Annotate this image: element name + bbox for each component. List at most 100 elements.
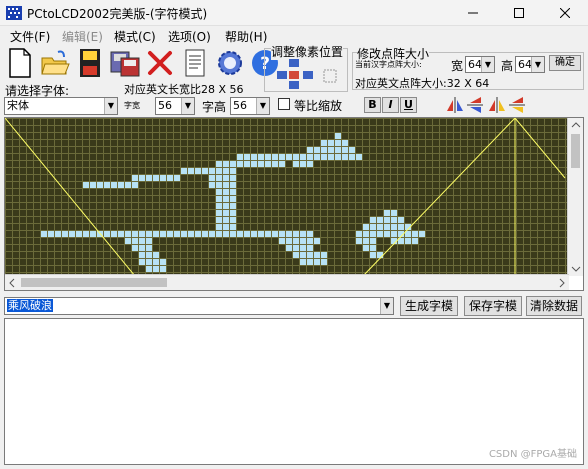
underline-button[interactable]: U <box>400 97 417 113</box>
pixel-adjust-title: 调整像素位置 <box>271 43 344 60</box>
apply-size-button[interactable]: 确定 <box>549 55 581 71</box>
lit-pixel <box>132 231 138 237</box>
horizontal-scrollbar[interactable] <box>5 274 569 290</box>
lit-pixel <box>384 224 390 230</box>
lit-pixel <box>356 238 362 244</box>
lit-pixel <box>139 231 145 237</box>
lit-pixel <box>286 231 292 237</box>
lit-pixel <box>307 154 313 160</box>
generate-button[interactable]: 生成字模 <box>400 296 458 316</box>
horizontal-scroll-thumb[interactable] <box>21 278 167 287</box>
lit-pixel <box>153 175 159 181</box>
lit-pixel <box>321 252 327 258</box>
menu-options[interactable]: 选项(O) <box>168 28 211 45</box>
move-arrows-icon[interactable] <box>275 59 317 89</box>
lit-pixel <box>272 161 278 167</box>
height-select[interactable]: 64 ▼ <box>515 56 545 73</box>
clear-button[interactable]: 清除数据 <box>526 296 582 316</box>
lit-pixel <box>391 217 397 223</box>
lit-pixel <box>41 231 47 237</box>
input-text: 乘风破浪 <box>7 299 53 312</box>
scale-checkbox[interactable] <box>278 98 290 110</box>
lit-pixel <box>335 154 341 160</box>
save-as-button[interactable] <box>109 46 141 80</box>
lit-pixel <box>244 231 250 237</box>
lit-pixel <box>146 231 152 237</box>
lit-pixel <box>153 231 159 237</box>
lit-pixel <box>195 231 201 237</box>
pixel-editor[interactable] <box>4 117 584 291</box>
lit-pixel <box>216 168 222 174</box>
lit-pixel <box>398 217 404 223</box>
lit-pixel <box>300 252 306 258</box>
menu-edit[interactable]: 编辑(E) <box>62 28 103 45</box>
italic-button[interactable]: I <box>382 97 399 113</box>
lit-pixel <box>209 168 215 174</box>
pixel-grid[interactable] <box>5 118 569 276</box>
pixel-adjust-panel: 调整像素位置 <box>264 43 348 92</box>
options-button[interactable] <box>214 46 246 80</box>
lit-pixel <box>363 224 369 230</box>
lit-pixel <box>216 203 222 209</box>
menu-file[interactable]: 文件(F) <box>10 28 50 45</box>
lit-pixel <box>293 252 299 258</box>
lit-pixel <box>370 252 376 258</box>
lit-pixel <box>125 182 131 188</box>
flip-vertical-icon[interactable] <box>466 96 484 114</box>
bold-button[interactable]: B <box>364 97 381 113</box>
lit-pixel <box>377 217 383 223</box>
flip-horizontal-icon[interactable] <box>446 96 464 114</box>
lit-pixel <box>230 224 236 230</box>
char-width-select[interactable]: 56 ▼ <box>155 97 195 115</box>
height-label: 高 <box>501 59 514 73</box>
delete-button[interactable] <box>144 46 176 80</box>
lit-pixel <box>62 231 68 237</box>
lit-pixel <box>300 245 306 251</box>
new-button[interactable] <box>4 46 36 80</box>
save-button[interactable] <box>74 46 106 80</box>
font-select[interactable]: 宋体 ▼ <box>4 97 118 115</box>
lit-pixel <box>342 154 348 160</box>
lit-pixel <box>349 154 355 160</box>
lit-pixel <box>230 231 236 237</box>
menu-help[interactable]: 帮助(H) <box>225 28 267 45</box>
open-button[interactable] <box>39 46 71 80</box>
lit-pixel <box>321 147 327 153</box>
document-button[interactable] <box>179 46 211 80</box>
lit-pixel <box>286 238 292 244</box>
vertical-scrollbar[interactable] <box>567 118 583 276</box>
matrix-current-label: 当前汉字点阵大小: <box>355 60 422 69</box>
lit-pixel <box>307 238 313 244</box>
lit-pixel <box>391 224 397 230</box>
save-font-button[interactable]: 保存字模 <box>464 296 522 316</box>
output-textarea[interactable]: CSDN @FPGA基础 <box>4 318 584 465</box>
lit-pixel <box>216 161 222 167</box>
lit-pixel <box>216 182 222 188</box>
lit-pixel <box>195 168 201 174</box>
lit-pixel <box>279 231 285 237</box>
save-icon <box>80 49 100 77</box>
lit-pixel <box>307 259 313 265</box>
rotate-right-icon[interactable] <box>508 96 526 114</box>
lit-pixel <box>125 231 131 237</box>
english-matrix-label: 对应英文点阵大小:32 X 64 <box>355 77 490 90</box>
width-select[interactable]: 64 ▼ <box>465 56 495 73</box>
lit-pixel <box>230 182 236 188</box>
chevron-down-icon: ▼ <box>481 57 494 72</box>
gear-icon <box>218 51 242 75</box>
lit-pixel <box>391 231 397 237</box>
minimize-button[interactable] <box>450 0 496 26</box>
rotate-icon[interactable] <box>323 69 339 83</box>
rotate-left-icon[interactable] <box>488 96 506 114</box>
lit-pixel <box>139 252 145 258</box>
lit-pixel <box>370 217 376 223</box>
lit-pixel <box>300 231 306 237</box>
maximize-button[interactable] <box>496 0 542 26</box>
close-button[interactable] <box>542 0 588 26</box>
text-input[interactable]: 乘风破浪 ▼ <box>4 297 394 315</box>
width-label: 宽 <box>451 59 464 73</box>
vertical-scroll-thumb[interactable] <box>571 134 580 168</box>
lit-pixel <box>223 168 229 174</box>
char-height-select[interactable]: 56 ▼ <box>230 97 270 115</box>
menu-mode[interactable]: 模式(C) <box>114 28 156 45</box>
